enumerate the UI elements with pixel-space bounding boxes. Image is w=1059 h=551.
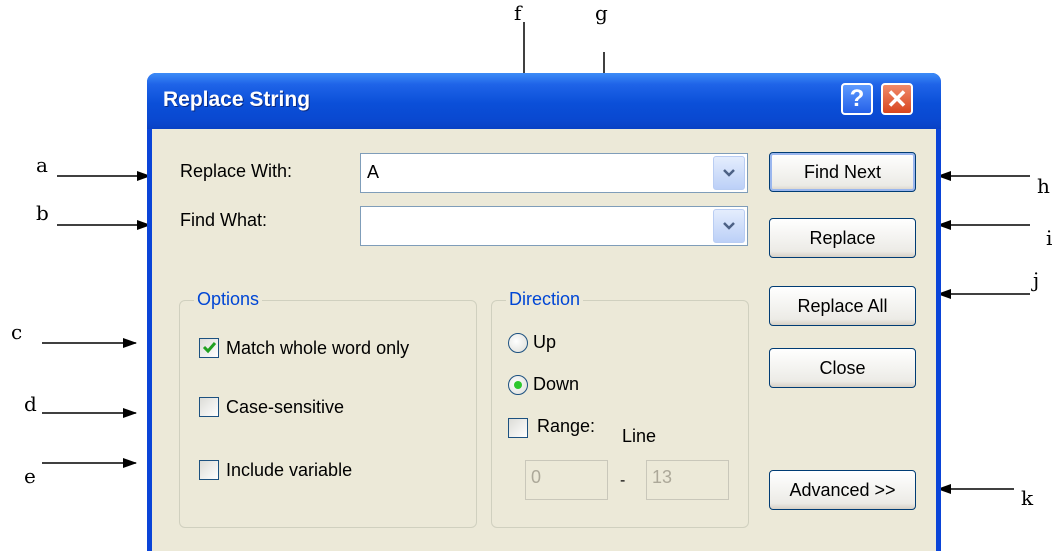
dialog-body: Replace With: A Find What: Options Match… — [152, 129, 936, 551]
replace-with-label: Replace With: — [180, 161, 293, 181]
match-whole-word-checkbox[interactable] — [199, 338, 219, 358]
annotation-label-d: d — [24, 392, 37, 416]
replace-with-combobox[interactable]: A — [360, 153, 748, 193]
annotation-label-e: e — [24, 464, 36, 488]
match-whole-word-label[interactable]: Match whole word only — [226, 338, 409, 359]
annotation-label-c: c — [11, 320, 23, 344]
replace-with-value: A — [367, 162, 380, 182]
range-to-field[interactable]: 13 — [646, 460, 729, 500]
find-what-label: Find What: — [180, 210, 268, 230]
case-sensitive-label[interactable]: Case-sensitive — [226, 397, 344, 418]
dialog-title: Replace String — [163, 88, 311, 111]
title-bar[interactable]: Replace String ? ✕ — [147, 73, 941, 129]
replace-string-dialog: Replace String ? ✕ Replace With: A Find … — [147, 73, 941, 551]
annotation-label-i: i — [1046, 226, 1053, 250]
close-window-button[interactable]: ✕ — [881, 83, 913, 115]
close-button[interactable]: Close — [769, 348, 916, 388]
find-what-combobox[interactable] — [360, 206, 748, 246]
annotation-label-b: b — [36, 201, 49, 225]
direction-down-label[interactable]: Down — [533, 374, 579, 395]
annotation-label-h: h — [1037, 174, 1050, 198]
chevron-down-icon — [723, 222, 735, 230]
annotation-label-k: k — [1021, 486, 1034, 510]
range-label[interactable]: Range: — [537, 416, 595, 437]
annotation-label-a: a — [36, 153, 48, 177]
direction-up-label[interactable]: Up — [533, 332, 556, 353]
range-checkbox[interactable] — [508, 418, 528, 438]
check-mark-icon — [202, 342, 217, 354]
include-variable-checkbox[interactable] — [199, 460, 219, 480]
direction-down-radio[interactable] — [508, 375, 528, 395]
advanced-button[interactable]: Advanced >> — [769, 470, 916, 510]
range-separator: - — [620, 472, 626, 489]
chevron-down-icon — [723, 169, 735, 177]
annotation-label-g: g — [595, 1, 608, 25]
include-variable-label[interactable]: Include variable — [226, 460, 352, 481]
range-from-field[interactable]: 0 — [525, 460, 608, 500]
help-button[interactable]: ? — [841, 83, 873, 115]
radio-selected-dot — [514, 381, 522, 389]
annotation-label-f: f — [514, 1, 522, 25]
direction-legend: Direction — [506, 289, 584, 310]
line-label: Line — [622, 426, 657, 446]
replace-all-button[interactable]: Replace All — [769, 286, 916, 326]
find-next-button[interactable]: Find Next — [769, 152, 916, 192]
annotation-label-j: j — [1033, 268, 1040, 292]
replace-button[interactable]: Replace — [769, 218, 916, 258]
direction-up-radio[interactable] — [508, 333, 528, 353]
replace-with-dropdown-button[interactable] — [713, 156, 745, 190]
case-sensitive-checkbox[interactable] — [199, 397, 219, 417]
options-legend: Options — [194, 289, 263, 310]
find-what-dropdown-button[interactable] — [713, 209, 745, 243]
